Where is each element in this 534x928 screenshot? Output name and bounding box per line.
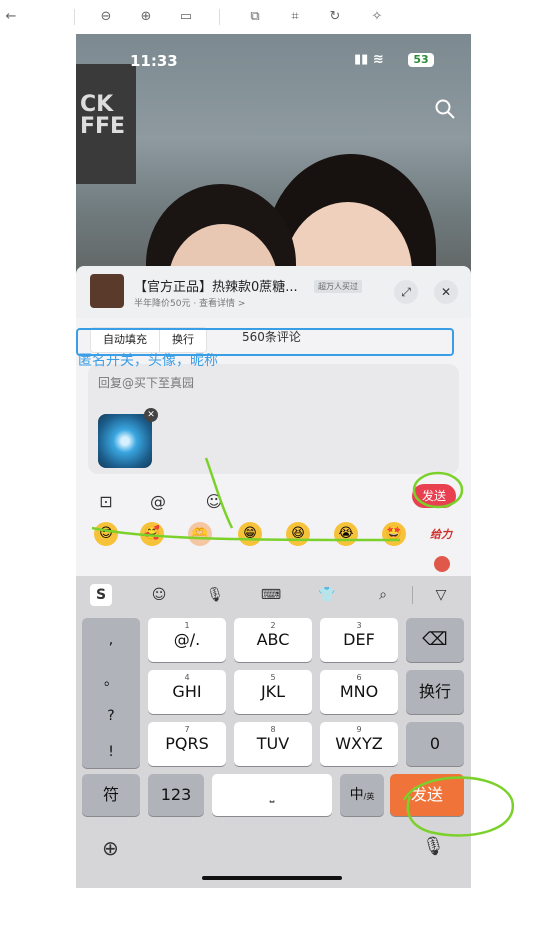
annotation-circle-send [412, 471, 464, 509]
annotation-tick-stroke [204, 457, 234, 529]
annotation-circle-keyboard-send [402, 776, 515, 837]
annotation-underline-stroke [91, 526, 401, 542]
annotation-strokes [91, 457, 515, 837]
